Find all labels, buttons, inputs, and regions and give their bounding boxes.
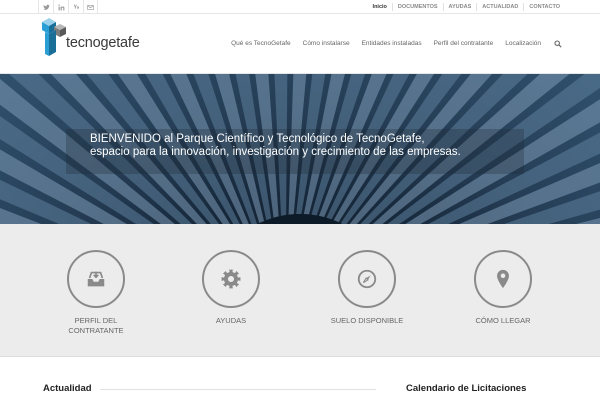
feature-links: PERFIL DEL CONTRATANTE AYUDAS SUELO DISP… <box>0 224 600 357</box>
top-bar: Inicio DOCUMENTOS AYUDAS ACTUALIDAD CONT… <box>0 0 600 14</box>
topnav-documentos[interactable]: DOCUMENTOS <box>391 3 443 11</box>
content-sections: Actualidad Calendario de Licitaciones <box>0 358 600 400</box>
search-icon <box>553 39 562 48</box>
hero-line-1: BIENVENIDO al Parque Científico y Tecnol… <box>90 133 425 145</box>
topnav-ayudas[interactable]: AYUDAS <box>442 3 477 11</box>
twitter-icon <box>42 4 50 10</box>
logo-text: tecnogetafe <box>66 35 140 51</box>
topnav-contacto[interactable]: CONTACTO <box>523 3 565 11</box>
feature-como-llegar[interactable]: CÓMO LLEGAR <box>453 250 553 326</box>
youtube-link[interactable] <box>68 0 83 14</box>
feature-circle <box>67 250 125 308</box>
topnav-actualidad[interactable]: ACTUALIDAD <box>476 3 523 11</box>
feature-label: AYUDAS <box>181 316 281 326</box>
calendar-section-title: Calendario de Licitaciones <box>406 383 527 394</box>
feature-label-line1: PERFIL DEL <box>74 316 118 325</box>
feature-suelo-disponible[interactable]: SUELO DISPONIBLE <box>317 250 417 326</box>
mail-icon <box>87 4 94 10</box>
feature-label: SUELO DISPONIBLE <box>317 316 417 326</box>
news-section-title: Actualidad <box>43 383 92 394</box>
feature-label: PERFIL DEL CONTRATANTE <box>46 316 146 336</box>
feature-circle <box>474 250 532 308</box>
location-pin-icon <box>497 269 509 289</box>
nav-entidades[interactable]: Entidades instaladas <box>362 40 422 47</box>
feature-label: CÓMO LLEGAR <box>453 316 553 326</box>
compass-icon <box>357 269 377 289</box>
topnav-inicio[interactable]: Inicio <box>368 3 392 11</box>
inbox-icon <box>87 271 105 287</box>
feature-circle <box>202 250 260 308</box>
feature-label-line1: AYUDAS <box>215 316 247 325</box>
hero-banner: BIENVENIDO al Parque Científico y Tecnol… <box>0 74 600 224</box>
gear-icon <box>221 269 241 289</box>
feature-perfil-contratante[interactable]: PERFIL DEL CONTRATANTE <box>46 250 146 336</box>
nav-perfil-contratante[interactable]: Perfil del contratante <box>434 40 494 47</box>
search-button[interactable] <box>553 39 562 48</box>
logo-mark-icon <box>42 18 66 56</box>
top-navigation: Inicio DOCUMENTOS AYUDAS ACTUALIDAD CONT… <box>368 0 565 14</box>
site-header: tecnogetafe Qué es TecnoGetafe Cómo inst… <box>0 15 600 74</box>
hero-line-2: espacio para la innovación, investigació… <box>90 146 461 158</box>
twitter-link[interactable] <box>38 0 53 14</box>
linkedin-link[interactable] <box>53 0 68 14</box>
social-links <box>38 0 98 14</box>
feature-label-line2: CONTRATANTE <box>68 326 124 335</box>
section-divider <box>100 389 376 390</box>
feature-circle <box>338 250 396 308</box>
nav-que-es[interactable]: Qué es TecnoGetafe <box>231 40 291 47</box>
feature-label-line1: SUELO DISPONIBLE <box>330 316 404 325</box>
main-navigation: Qué es TecnoGetafe Cómo instalarse Entid… <box>219 39 562 48</box>
linkedin-icon <box>57 3 64 10</box>
nav-como-instalarse[interactable]: Cómo instalarse <box>303 40 350 47</box>
feature-ayudas[interactable]: AYUDAS <box>181 250 281 326</box>
nav-localizacion[interactable]: Localización <box>505 40 541 47</box>
feature-label-line1: CÓMO LLEGAR <box>475 316 531 325</box>
youtube-icon <box>73 4 79 9</box>
hero-message: BIENVENIDO al Parque Científico y Tecnol… <box>90 133 461 159</box>
site-logo[interactable]: tecnogetafe <box>42 18 177 56</box>
mail-link[interactable] <box>83 0 98 14</box>
